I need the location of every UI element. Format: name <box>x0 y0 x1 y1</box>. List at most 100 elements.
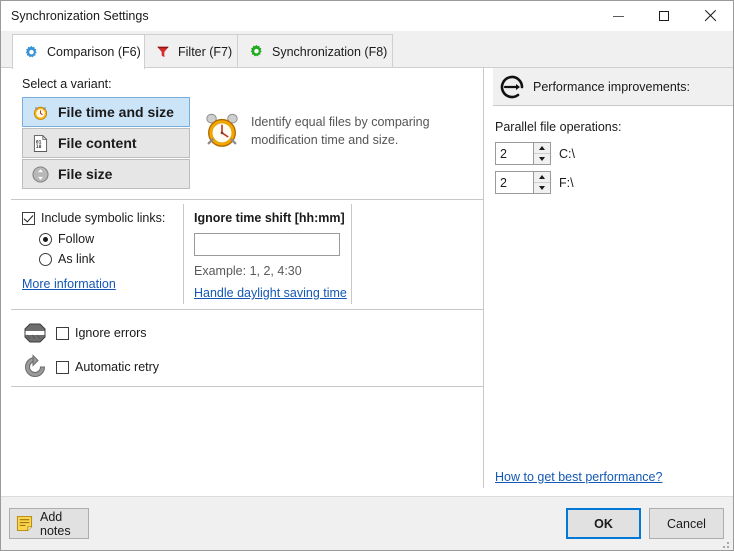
checkbox-icon <box>56 327 69 340</box>
chevron-up-icon <box>539 175 545 179</box>
variant-label: File size <box>58 166 112 182</box>
variant-label: File time and size <box>58 104 174 120</box>
variant-label: File content <box>58 135 137 151</box>
symlink-option-as-link[interactable]: As link <box>39 252 165 266</box>
performance-header-label: Performance improvements: <box>533 80 690 94</box>
variant-file-content[interactable]: 01 10 File content <box>22 128 190 158</box>
funnel-red-icon <box>156 45 170 59</box>
maximize-button[interactable] <box>641 1 687 31</box>
alarm-clock-icon <box>31 103 49 121</box>
maximize-icon <box>659 11 669 21</box>
variant-list: File time and size 01 10 File content <box>22 97 190 190</box>
drive-label-f: F:\ <box>559 176 574 190</box>
svg-text:10: 10 <box>35 144 41 150</box>
window-title: Synchronization Settings <box>11 9 149 23</box>
close-button[interactable] <box>687 1 733 31</box>
ignore-errors-label: Ignore errors <box>75 326 147 340</box>
symlink-option-label: As link <box>58 252 95 266</box>
time-shift-example: Example: 1, 2, 4:30 <box>194 264 347 278</box>
tab-synchronization-label: Synchronization (F8) <box>272 45 387 59</box>
parallel-entry-f: F:\ <box>495 171 621 194</box>
window-controls <box>595 1 733 31</box>
drive-label-c: C:\ <box>559 147 575 161</box>
alarm-clock-large-icon <box>203 111 241 149</box>
tab-filter-label: Filter (F7) <box>178 45 232 59</box>
speedometer-icon <box>499 74 525 100</box>
time-shift-group: Ignore time shift [hh:mm] Example: 1, 2,… <box>194 211 347 302</box>
chevron-down-icon <box>539 186 545 190</box>
description-line-2: modification time and size. <box>251 133 398 147</box>
tab-comparison[interactable]: Comparison (F6) <box>12 34 145 69</box>
radio-icon <box>39 253 52 266</box>
binary-file-icon: 01 10 <box>31 134 49 152</box>
more-information-link[interactable]: More information <box>22 277 116 291</box>
symlink-option-label: Follow <box>58 232 94 246</box>
spinner-down-button-c[interactable] <box>534 154 550 164</box>
tab-synchronization[interactable]: Synchronization (F8) <box>237 34 393 68</box>
automatic-retry-row[interactable]: Automatic retry <box>22 354 159 380</box>
automatic-retry-label: Automatic retry <box>75 360 159 374</box>
ok-button[interactable]: OK <box>566 508 641 539</box>
select-variant-label: Select a variant: <box>22 77 112 91</box>
tab-strip: Comparison (F6) Filter (F7) Synchronizat… <box>1 31 733 68</box>
performance-header: Performance improvements: <box>493 68 733 106</box>
symlink-timeshift-row: Include symbolic links: Follow As link M… <box>11 199 483 309</box>
performance-pane: Performance improvements: Parallel file … <box>484 68 733 488</box>
tab-filter[interactable]: Filter (F7) <box>144 34 238 68</box>
divider-errors-bottom <box>11 386 483 387</box>
close-icon <box>704 10 716 22</box>
notes-icon <box>16 515 33 532</box>
variant-file-time-and-size[interactable]: File time and size <box>22 97 190 127</box>
spinner-up-button-f[interactable] <box>534 172 550 183</box>
parallel-operations-group: Parallel file operations: C:\ <box>495 120 621 200</box>
spinner-buttons <box>533 143 550 164</box>
checkbox-icon <box>56 361 69 374</box>
include-symbolic-links-label: Include symbolic links: <box>41 211 165 225</box>
chevron-down-icon <box>539 157 545 161</box>
divider-errors-top <box>11 309 483 310</box>
parallel-value-c[interactable] <box>496 144 530 163</box>
time-shift-input[interactable] <box>194 233 340 256</box>
error-handling-group: Ignore errors Automatic retry <box>22 320 159 380</box>
variant-file-size[interactable]: File size <box>22 159 190 189</box>
ignore-errors-icon <box>22 320 48 346</box>
radio-icon <box>39 233 52 246</box>
parallel-spinner-c[interactable] <box>495 142 551 165</box>
title-bar: Synchronization Settings <box>1 1 733 31</box>
parallel-spinner-f[interactable] <box>495 171 551 194</box>
divider-symlink-right <box>183 204 184 304</box>
include-symbolic-links-checkbox[interactable]: Include symbolic links: <box>22 211 165 225</box>
add-notes-button[interactable]: Add notes <box>9 508 89 539</box>
cancel-label: Cancel <box>667 517 706 531</box>
add-notes-label: Add notes <box>40 510 88 538</box>
size-arrows-icon <box>31 165 49 183</box>
automatic-retry-icon <box>22 354 48 380</box>
checkbox-icon <box>22 212 35 225</box>
minimize-button[interactable] <box>595 1 641 31</box>
handle-daylight-saving-time-link[interactable]: Handle daylight saving time <box>194 286 347 300</box>
tab-content-comparison: Select a variant: File time and size <box>1 68 733 496</box>
tab-comparison-label: Comparison (F6) <box>47 45 141 59</box>
how-to-get-best-performance-link[interactable]: How to get best performance? <box>495 470 662 484</box>
spinner-up-button-c[interactable] <box>534 143 550 154</box>
parallel-operations-label: Parallel file operations: <box>495 120 621 134</box>
spinner-buttons <box>533 172 550 193</box>
minimize-icon <box>613 16 624 17</box>
comparison-left-pane: Select a variant: File time and size <box>11 68 483 488</box>
spinner-down-button-f[interactable] <box>534 183 550 193</box>
symlink-option-follow[interactable]: Follow <box>39 232 165 246</box>
symbolic-links-group: Include symbolic links: Follow As link M… <box>22 211 165 293</box>
divider-timeshift-right <box>351 204 352 304</box>
dialog-footer: Add notes OK Cancel <box>1 496 733 550</box>
ok-label: OK <box>594 517 613 531</box>
variant-description-text: Identify equal files by comparing modifi… <box>251 113 430 149</box>
chevron-up-icon <box>539 146 545 150</box>
gear-blue-icon <box>24 45 39 60</box>
parallel-value-f[interactable] <box>496 173 530 192</box>
resize-grip[interactable] <box>718 536 730 548</box>
gear-green-icon <box>249 44 264 59</box>
cancel-button[interactable]: Cancel <box>649 508 724 539</box>
ignore-errors-row[interactable]: Ignore errors <box>22 320 159 346</box>
parallel-entry-c: C:\ <box>495 142 621 165</box>
synchronization-settings-window: Synchronization Settings Comparison (F6) <box>0 0 734 551</box>
